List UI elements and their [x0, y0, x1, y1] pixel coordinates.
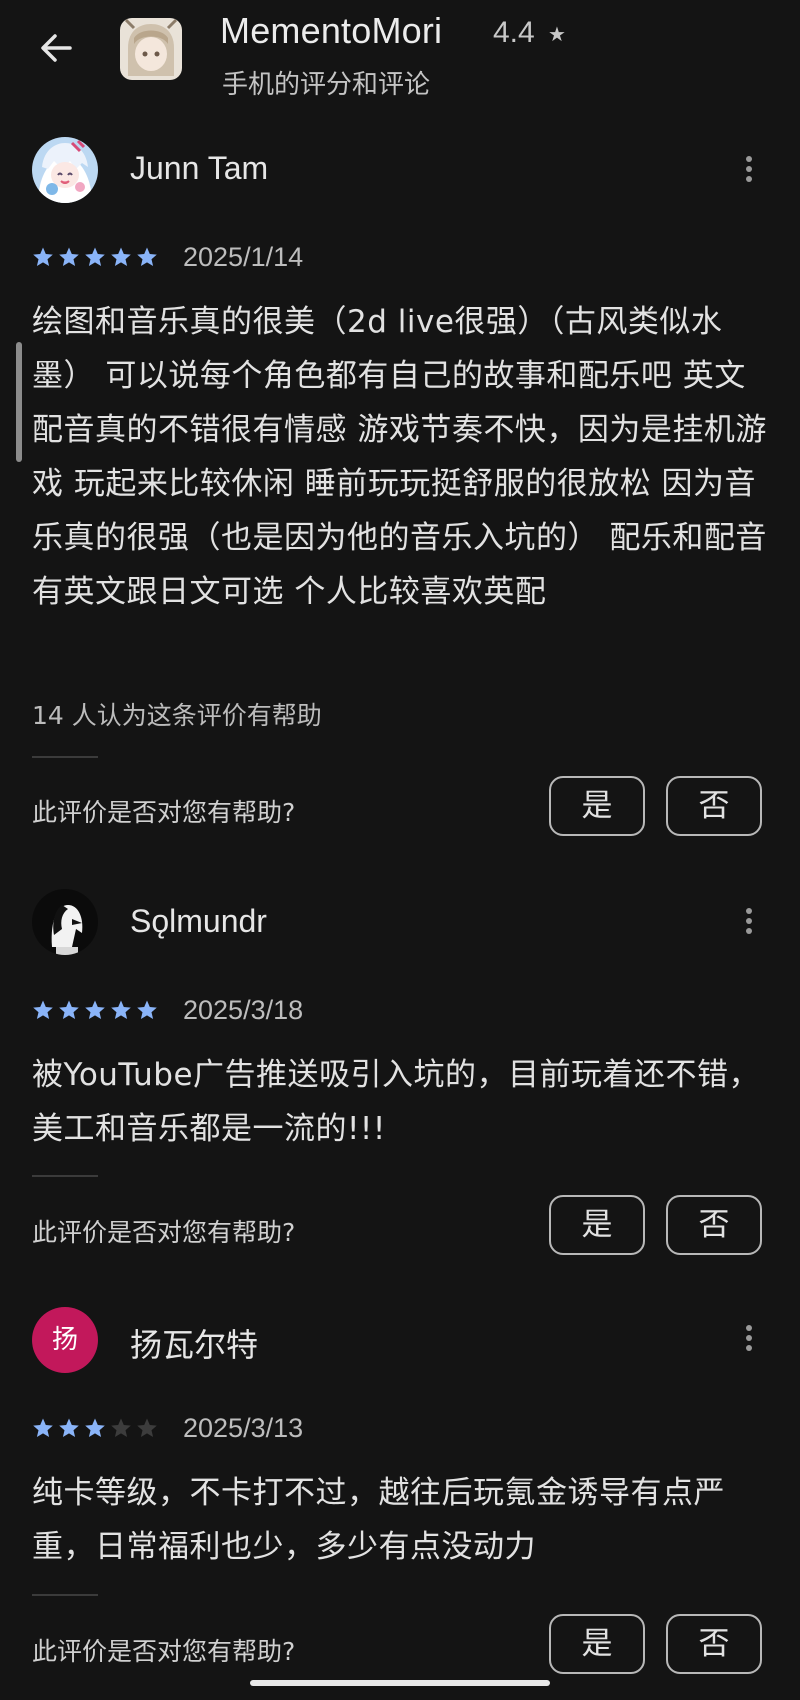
scroll-indicator [16, 342, 22, 462]
divider [32, 1175, 98, 1177]
star-filled-icon [85, 1000, 105, 1019]
star-filled-icon [111, 247, 131, 266]
star-filled-icon [111, 1000, 131, 1019]
yes-button[interactable]: 是 [549, 1614, 645, 1674]
divider [32, 756, 98, 758]
yes-button[interactable]: 是 [549, 1195, 645, 1255]
no-button[interactable]: 否 [666, 1614, 762, 1674]
more-options-button[interactable] [736, 904, 762, 944]
star-filled-icon [33, 1000, 53, 1019]
page-subtitle: 手机的评分和评论 [222, 70, 431, 100]
no-button[interactable]: 否 [666, 1195, 762, 1255]
helpful-question: 此评价是否对您有帮助? [32, 798, 296, 827]
star-filled-icon [137, 1000, 157, 1019]
avatar-letter: 扬 [51, 1325, 78, 1355]
reviewer-name: Junn Tam [130, 150, 269, 186]
review-date: 2025/3/13 [183, 1413, 304, 1443]
star-filled-icon [85, 247, 105, 266]
back-button[interactable] [34, 26, 78, 70]
more-options-button[interactable] [736, 152, 762, 192]
star-filled-icon [59, 1418, 79, 1437]
arrow-left-icon [41, 34, 72, 62]
star-rating [32, 246, 158, 270]
helpful-count: 14 人认为这条评价有帮助 [32, 701, 322, 730]
app-icon[interactable] [120, 18, 182, 80]
more-options-button[interactable] [736, 1321, 762, 1361]
avatar [32, 137, 98, 203]
avatar [32, 889, 98, 955]
star-filled-icon [59, 247, 79, 266]
star-empty-icon [111, 1418, 131, 1437]
star-rating [32, 999, 158, 1023]
star-filled-icon [33, 247, 53, 266]
home-indicator[interactable] [250, 1680, 550, 1686]
star-rating [32, 1417, 158, 1441]
review-text: 绘图和音乐真的很美（2d live很强）（古风类似水墨） 可以说每个角色都有自己… [32, 304, 767, 610]
reviewer-name: Sǫlmundr [130, 903, 267, 939]
star-filled-icon [59, 1000, 79, 1019]
helpful-question: 此评价是否对您有帮助? [32, 1637, 296, 1666]
divider [32, 1594, 98, 1596]
review-text: 被YouTube广告推送吸引入坑的，目前玩着还不错，美工和音乐都是一流的!!! [32, 1057, 761, 1147]
yes-button[interactable]: 是 [549, 776, 645, 836]
helpful-question: 此评价是否对您有帮助? [32, 1218, 296, 1247]
star-filled-icon [85, 1418, 105, 1437]
no-button[interactable]: 否 [666, 776, 762, 836]
star-filled-icon [33, 1418, 53, 1437]
review-text: 纯卡等级，不卡打不过，越往后玩氪金诱导有点严重，日常福利也少，多少有点没动力 [32, 1475, 725, 1565]
star-empty-icon [137, 1418, 157, 1437]
app-rating: 4.4 [493, 16, 535, 49]
review-date: 2025/1/14 [183, 242, 304, 272]
reviewer-name: 扬瓦尔特 [130, 1327, 259, 1363]
star-icon: ★ [548, 22, 566, 46]
star-filled-icon [137, 247, 157, 266]
app-title: MementoMori [220, 10, 443, 51]
top-app-bar: MementoMori 4.4 ★ 手机的评分和评论 [0, 0, 800, 110]
review-date: 2025/3/18 [183, 995, 304, 1025]
avatar: 扬 [32, 1307, 98, 1373]
